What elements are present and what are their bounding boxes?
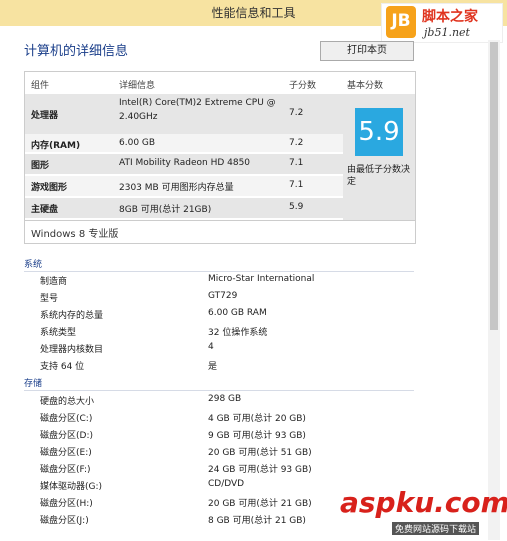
row-component: 主硬盘 xyxy=(31,205,59,215)
row-detail-line2: 2.40GHz xyxy=(119,112,158,122)
row-detail: Intel(R) Core(TM)2 Extreme CPU @ xyxy=(119,98,276,108)
page-title: 计算机的详细信息 xyxy=(24,44,129,59)
spec-value: 9 GB 可用(总计 93 GB) xyxy=(208,431,306,441)
spec-value: GT729 xyxy=(208,291,238,301)
spec-value: 298 GB xyxy=(208,394,242,404)
header-basescore: 基本分数 xyxy=(347,81,384,91)
spec-value: Micro-Star International xyxy=(208,274,315,284)
row-component: 内存(RAM) xyxy=(31,141,81,151)
section-system: 系统 xyxy=(24,257,414,272)
row-score: 7.2 xyxy=(289,108,304,118)
spec-value: 20 GB 可用(总计 21 GB) xyxy=(208,499,312,509)
row-component: 图形 xyxy=(31,161,50,171)
site-logo: JB 脚本之家 jb51.net xyxy=(381,3,503,43)
spec-key: 磁盘分区(E:) xyxy=(40,448,92,458)
spec-value: 32 位操作系统 xyxy=(208,328,268,338)
header-component: 组件 xyxy=(31,81,50,91)
logo-badge: JB xyxy=(386,6,416,38)
vertical-scrollbar[interactable] xyxy=(488,40,500,540)
spec-key: 磁盘分区(F:) xyxy=(40,465,91,475)
header-subscore: 子分数 xyxy=(289,81,317,91)
section-title: 系统 xyxy=(24,260,43,270)
spec-key: 磁盘分区(D:) xyxy=(40,431,93,441)
spec-key: 磁盘分区(C:) xyxy=(40,414,93,424)
spec-key: 支持 64 位 xyxy=(40,362,85,372)
os-edition: Windows 8 专业版 xyxy=(31,229,119,240)
row-detail: ATI Mobility Radeon HD 4850 xyxy=(119,158,251,168)
spec-key: 硬盘的总大小 xyxy=(40,397,95,407)
row-detail: 2303 MB 可用图形内存总量 xyxy=(119,183,234,193)
section-storage: 存储 xyxy=(24,376,414,391)
row-detail: 6.00 GB xyxy=(119,138,156,148)
print-button[interactable]: 打印本页 xyxy=(320,41,414,61)
base-score-note: 由最低子分数决定 xyxy=(347,165,411,187)
row-score: 7.2 xyxy=(289,138,304,148)
scrollbar-thumb[interactable] xyxy=(490,42,498,330)
logo-text: 脚本之家 xyxy=(422,9,478,25)
row-detail: 8GB 可用(总计 21GB) xyxy=(119,205,212,215)
spec-key: 磁盘分区(J:) xyxy=(40,516,89,526)
row-score: 7.1 xyxy=(289,158,304,168)
spec-key: 型号 xyxy=(40,294,59,304)
row-component: 游戏图形 xyxy=(31,183,68,193)
logo-url: jb51.net xyxy=(424,26,470,39)
spec-key: 系统内存的总量 xyxy=(40,311,104,321)
section-title: 存储 xyxy=(24,379,43,389)
spec-value: 4 GB 可用(总计 20 GB) xyxy=(208,414,306,424)
spec-key: 磁盘分区(H:) xyxy=(40,499,93,509)
spec-key: 系统类型 xyxy=(40,328,77,338)
spec-value: 24 GB 可用(总计 93 GB) xyxy=(208,465,312,475)
watermark-text: aspku.com xyxy=(340,486,507,519)
spec-key: 媒体驱动器(G:) xyxy=(40,482,103,492)
base-score-tile: 5.9 xyxy=(355,108,403,156)
row-score: 7.1 xyxy=(289,180,304,190)
spec-value: 4 xyxy=(208,342,214,352)
rating-panel: 组件 详细信息 子分数 基本分数 处理器 Intel(R) Core(TM)2 … xyxy=(24,71,416,244)
spec-value: 20 GB 可用(总计 51 GB) xyxy=(208,448,312,458)
header-detail: 详细信息 xyxy=(119,81,156,91)
os-edition-row: Windows 8 专业版 xyxy=(25,220,415,243)
row-score: 5.9 xyxy=(289,202,304,212)
spec-value: 8 GB 可用(总计 21 GB) xyxy=(208,516,306,526)
spec-value: 6.00 GB RAM xyxy=(208,308,267,318)
spec-value: 是 xyxy=(208,362,218,372)
spec-key: 制造商 xyxy=(40,277,68,287)
watermark: aspku.com 免费网站源码下载站 xyxy=(340,486,507,536)
spec-value: CD/DVD xyxy=(208,479,245,489)
spec-key: 处理器内核数目 xyxy=(40,345,104,355)
watermark-subtext: 免费网站源码下载站 xyxy=(392,522,480,535)
row-component: 处理器 xyxy=(31,111,59,121)
